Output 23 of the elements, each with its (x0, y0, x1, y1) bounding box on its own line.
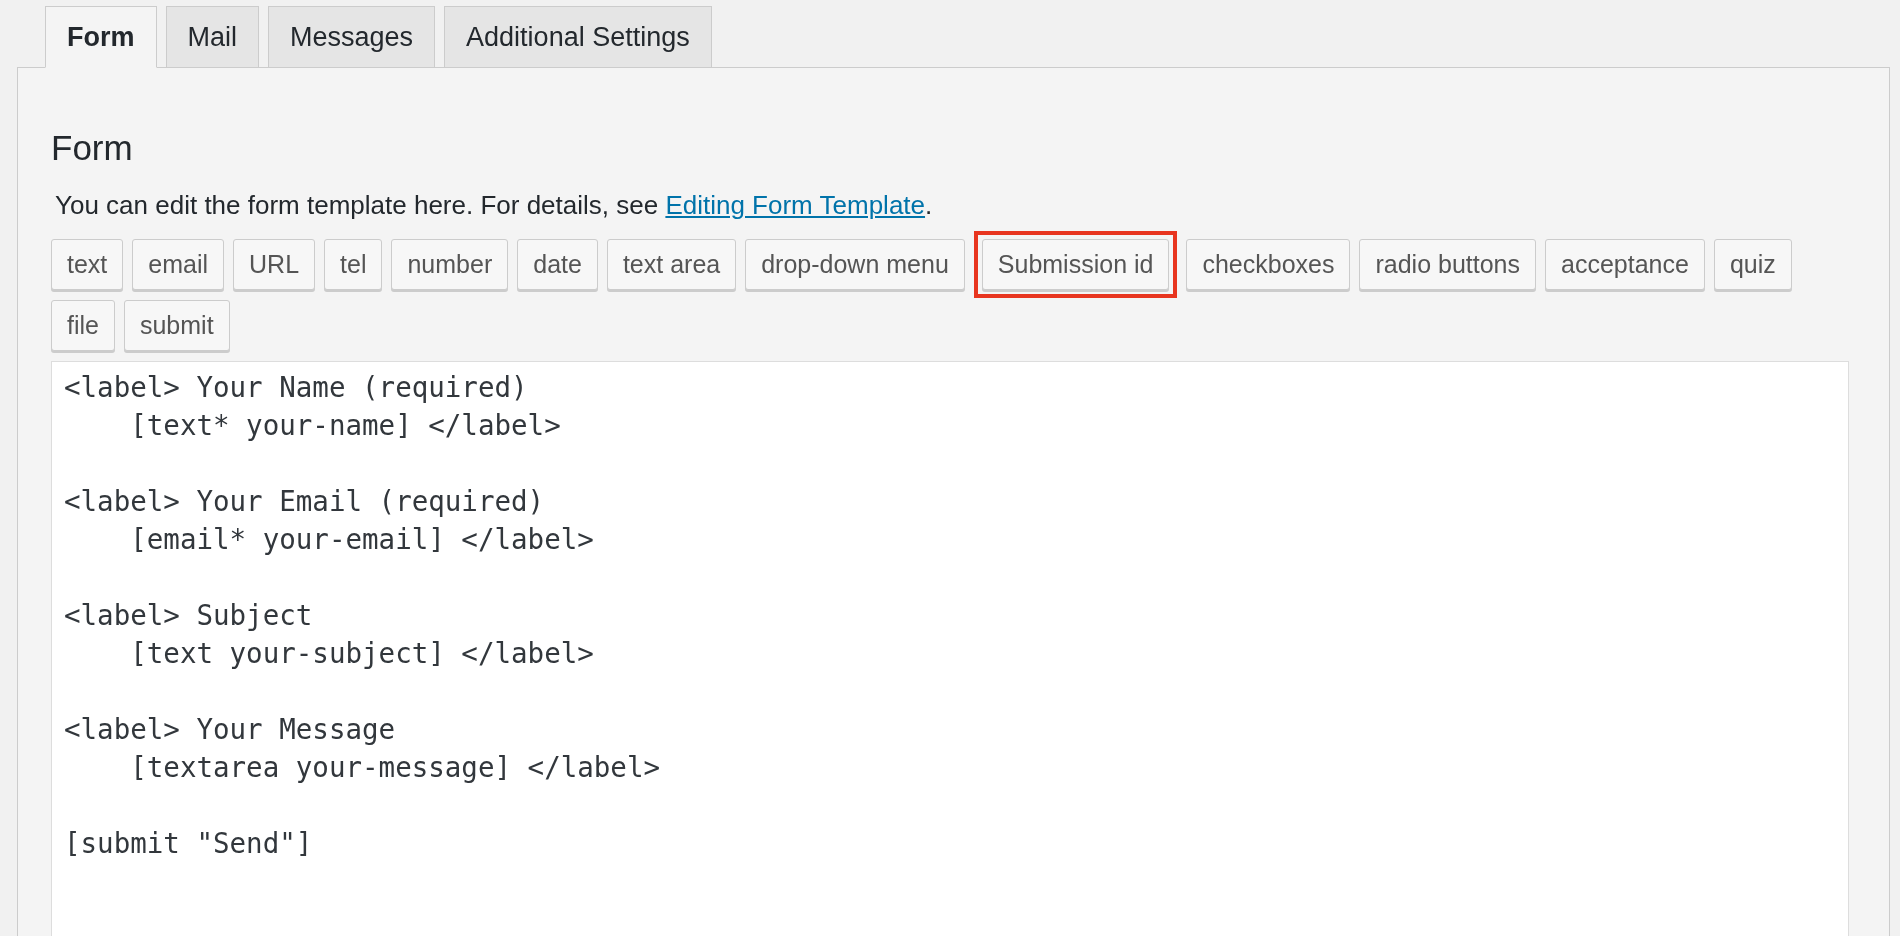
tag-button[interactable]: checkboxes (1186, 239, 1351, 290)
tag-button[interactable]: quiz (1713, 239, 1792, 290)
tag-button[interactable]: file (51, 300, 115, 351)
form-template-field[interactable]: <label> Your Name (required) [text* your-name] </label> <label> Your Email (required) [email* your-email] </label> <label> Subject [text your-subject] </label> <label> Your Message [textarea your-message] </label> [submit "Send"] (51, 361, 1849, 936)
tag-button[interactable]: submit (123, 300, 230, 351)
tag-button[interactable]: URL (233, 239, 316, 290)
tag-button[interactable]: drop-down menu (745, 239, 965, 290)
tag-button[interactable]: tel (324, 239, 383, 290)
tag-button[interactable]: number (391, 239, 509, 290)
description-text: You can edit the form template here. For details, see Editing Form Template. (55, 190, 934, 221)
tag-button[interactable]: radio buttons (1359, 239, 1537, 290)
tag-button[interactable]: text area (606, 239, 737, 290)
tab[interactable]: Form (45, 6, 157, 68)
tag-button[interactable]: acceptance (1545, 239, 1705, 290)
tab[interactable]: Mail (165, 6, 259, 67)
tab[interactable]: Messages (268, 6, 436, 67)
tag-button[interactable]: email (132, 239, 225, 290)
tab[interactable]: Additional Settings (444, 6, 712, 67)
tag-button[interactable]: date (517, 239, 598, 290)
editing-form-template-link[interactable]: Editing Form Template (665, 190, 926, 220)
tag-button[interactable]: Submission id (981, 239, 1170, 290)
section-heading: Form (51, 128, 134, 168)
tag-button[interactable]: text (51, 239, 124, 290)
